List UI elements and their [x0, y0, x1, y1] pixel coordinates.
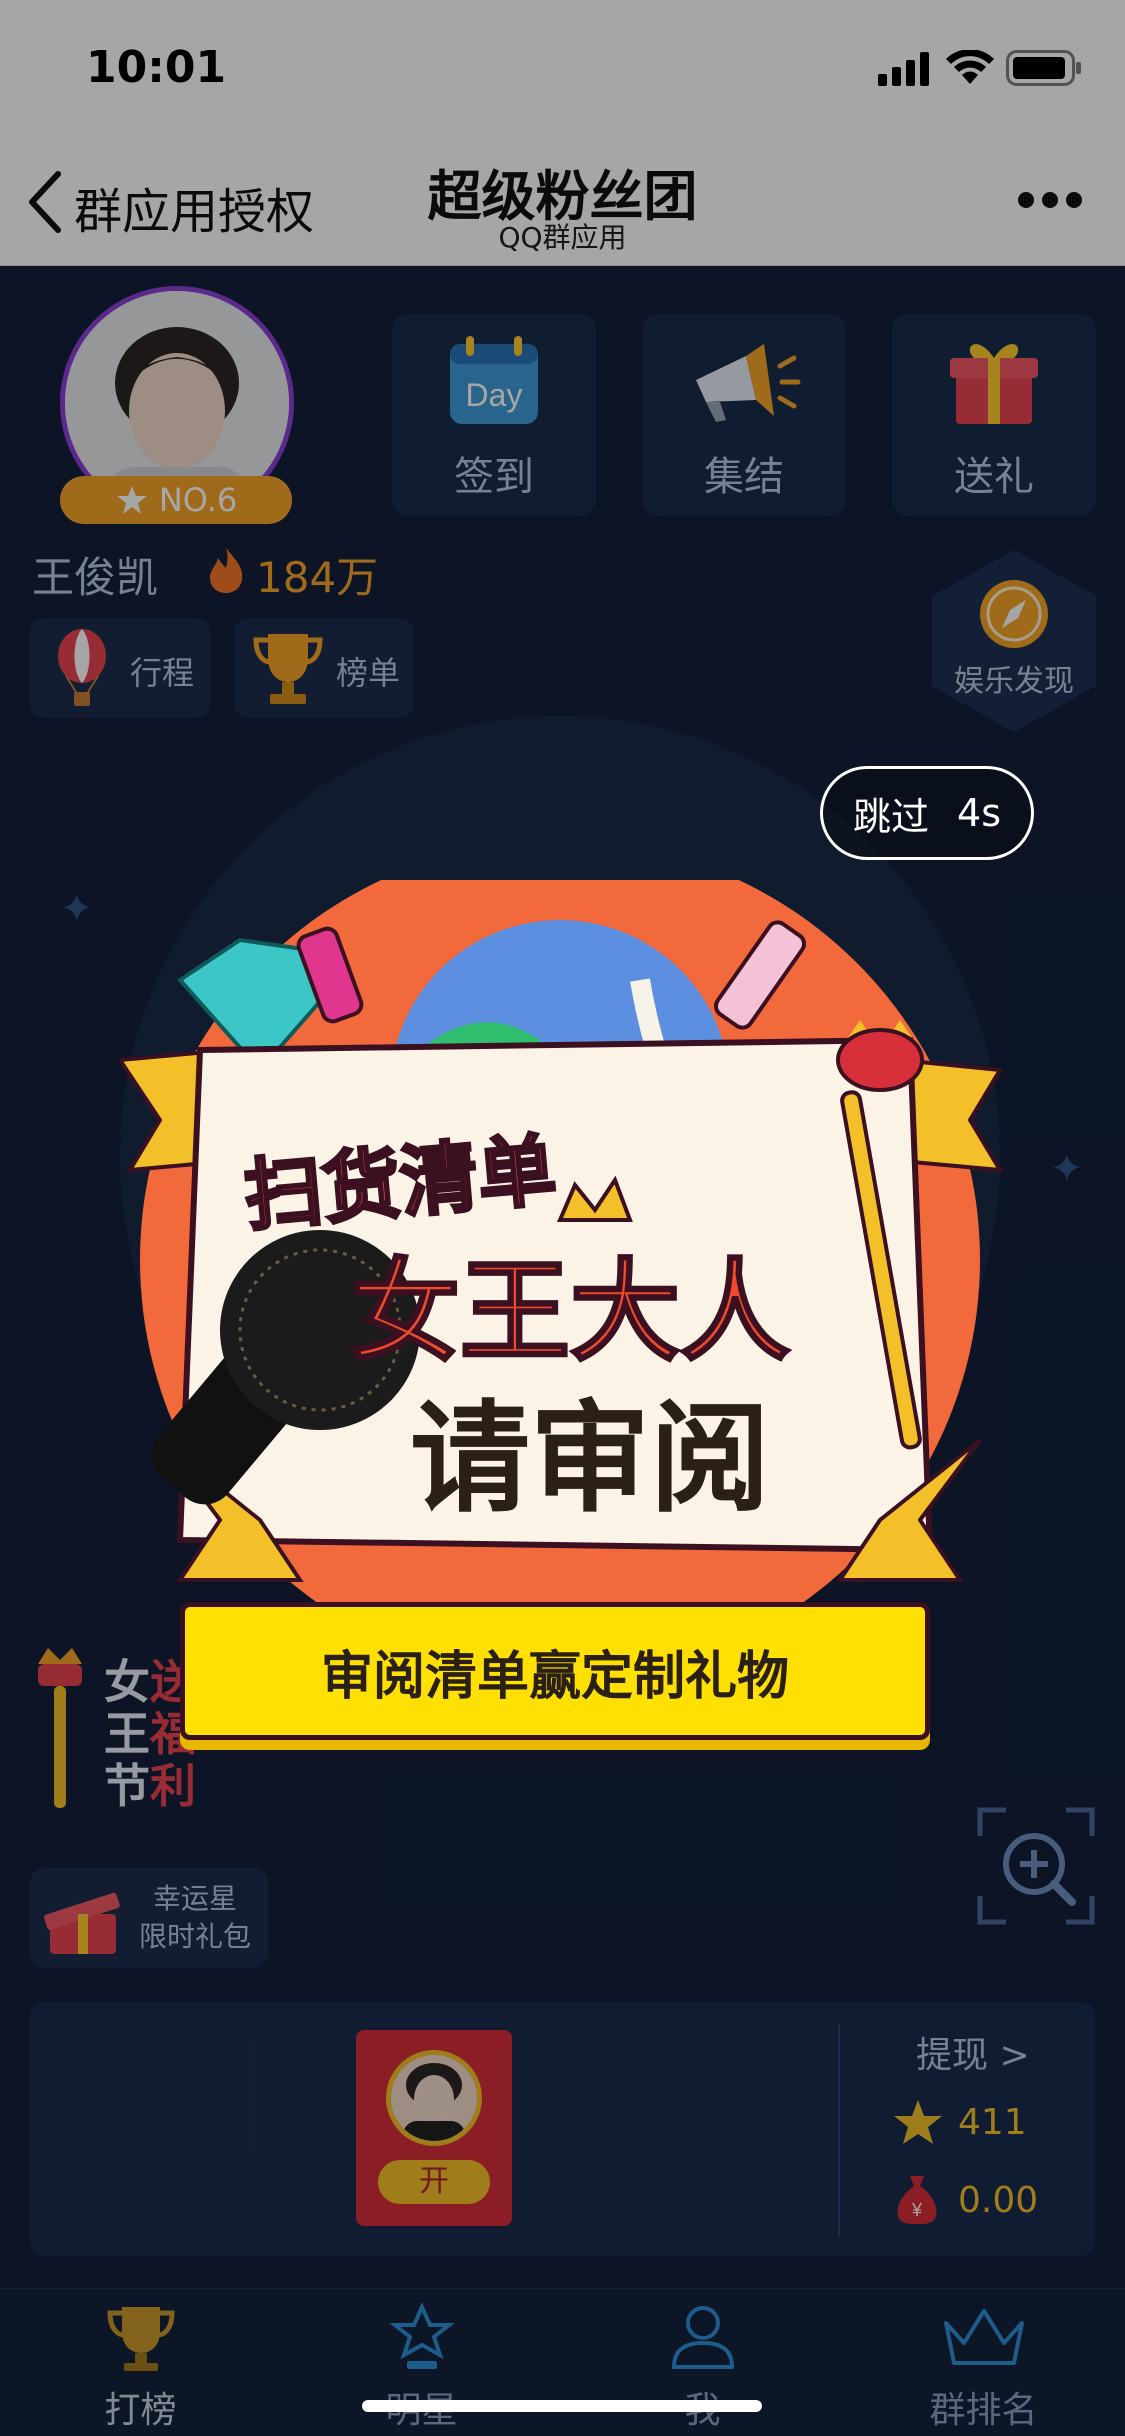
skip-label: 跳过 [853, 794, 930, 839]
ad-line2: 女王大人 [350, 1248, 790, 1376]
home-indicator [362, 2400, 762, 2412]
skip-ad-button[interactable]: 跳过 4s [820, 766, 1034, 860]
ad-popup[interactable]: 扫货清单 女王大人 请审阅 审阅清单赢定制礼物 [116, 840, 1020, 1760]
skip-countdown: 4s [957, 791, 1001, 835]
ad-line3: 请审阅 [410, 1390, 770, 1529]
ad-cta-button[interactable]: 审阅清单赢定制礼物 [180, 1602, 930, 1740]
